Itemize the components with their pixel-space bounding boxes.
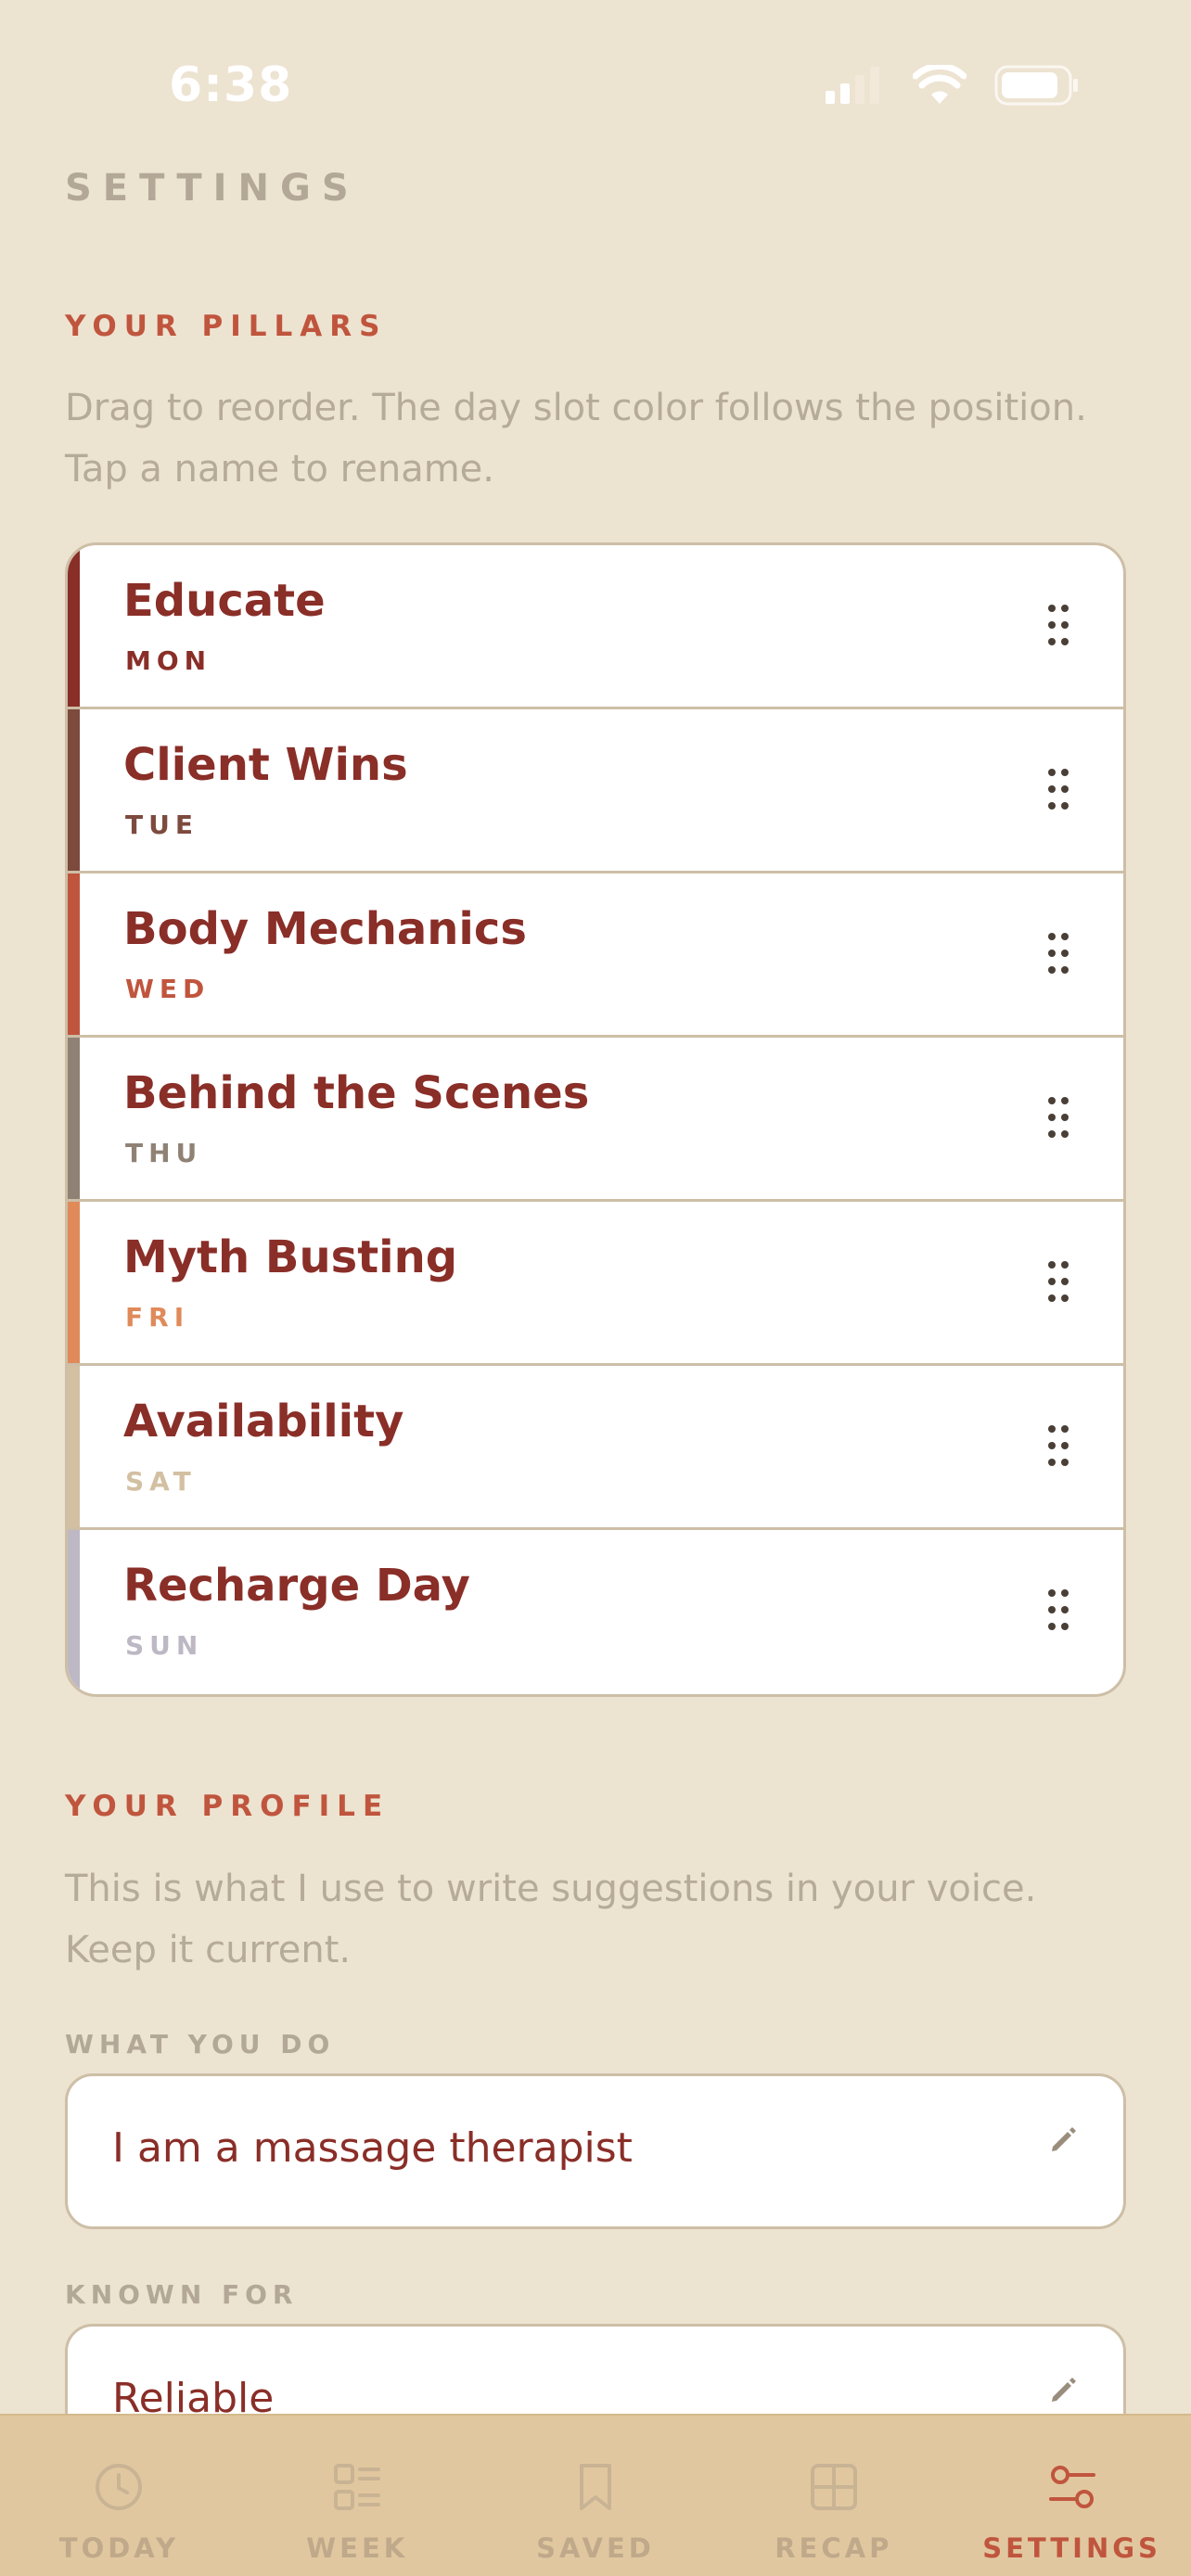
pillar-color-stripe (68, 709, 80, 871)
pillars-list: Educate MON Client Wins TUE Body Mechani… (65, 542, 1126, 1697)
pillar-name[interactable]: Behind the Scenes (123, 1067, 589, 1119)
pillar-row[interactable]: Behind the Scenes THU (68, 1038, 1123, 1202)
pillars-section-label: YOUR PILLARS (65, 310, 388, 343)
drag-handle-icon[interactable] (1047, 1259, 1069, 1304)
pillar-row[interactable]: Client Wins TUE (68, 709, 1123, 874)
tab-week[interactable]: WEEK (238, 2416, 477, 2576)
tab-saved[interactable]: SAVED (477, 2416, 715, 2576)
known-for-label: KNOWN FOR (65, 2279, 299, 2310)
signal-icon (826, 67, 879, 104)
bookmark-icon (579, 2464, 611, 2510)
drag-handle-icon[interactable] (1047, 767, 1069, 811)
what-you-do-field[interactable]: I am a massage therapist (65, 2073, 1126, 2229)
battery-icon (994, 65, 1078, 106)
drag-handle-icon[interactable] (1047, 1095, 1069, 1140)
settings-screen: 6:38 SETTINGS YOUR PILLARS Drag to reord… (0, 0, 1191, 2576)
pillar-day: WED (125, 974, 211, 1004)
profile-section-label: YOUR PROFILE (65, 1790, 391, 1823)
drag-handle-icon[interactable] (1047, 1423, 1069, 1468)
sliders-icon (1048, 2466, 1095, 2508)
tab-recap[interactable]: RECAP (714, 2416, 953, 2576)
pillar-name[interactable]: Client Wins (123, 739, 408, 791)
pillar-name[interactable]: Myth Busting (123, 1231, 457, 1283)
pillar-row[interactable]: Recharge Day SUN (68, 1530, 1123, 1694)
grid-icon (810, 2464, 857, 2510)
what-you-do-value[interactable]: I am a massage therapist (112, 2124, 633, 2172)
drag-handle-icon[interactable] (1047, 603, 1069, 647)
pillar-row[interactable]: Body Mechanics WED (68, 874, 1123, 1038)
pillar-day: THU (125, 1138, 203, 1168)
pencil-icon[interactable] (1049, 2375, 1079, 2404)
pillar-row[interactable]: Educate MON (68, 545, 1123, 709)
status-icons (824, 65, 1080, 106)
page-title: SETTINGS (65, 167, 360, 210)
wifi-icon (913, 65, 967, 104)
drag-handle-icon[interactable] (1047, 931, 1069, 976)
pillar-row[interactable]: Myth Busting FRI (68, 1202, 1123, 1366)
pillar-day: TUE (125, 810, 198, 840)
tab-label: RECAP (775, 2532, 893, 2564)
tab-label: WEEK (306, 2532, 409, 2564)
pillar-day: MON (125, 645, 212, 676)
tab-bar: TODAY WEEK SAVED RECAP SETTINGS (0, 2414, 1191, 2576)
pillar-name[interactable]: Educate (123, 575, 326, 627)
status-bar: 6:38 (0, 0, 1191, 167)
pillar-color-stripe (68, 874, 80, 1035)
tab-settings[interactable]: SETTINGS (953, 2416, 1191, 2576)
pillar-color-stripe (68, 1202, 80, 1363)
pillar-day: SAT (125, 1466, 197, 1497)
clock-icon (96, 2464, 143, 2510)
pillar-name[interactable]: Body Mechanics (123, 903, 527, 955)
tab-today[interactable]: TODAY (0, 2416, 238, 2576)
pillar-color-stripe (68, 1366, 80, 1527)
pillar-day: SUN (125, 1630, 204, 1661)
pillar-color-stripe (68, 545, 80, 707)
tab-label: SAVED (536, 2532, 655, 2564)
what-you-do-label: WHAT YOU DO (65, 2029, 336, 2060)
pillar-day: FRI (125, 1302, 190, 1333)
drag-handle-icon[interactable] (1047, 1588, 1069, 1632)
pillar-name[interactable]: Availability (123, 1396, 403, 1447)
pencil-icon[interactable] (1049, 2124, 1079, 2154)
pillar-color-stripe (68, 1038, 80, 1199)
tab-label: SETTINGS (982, 2532, 1161, 2564)
tab-label: TODAY (58, 2532, 179, 2564)
pillar-color-stripe (68, 1530, 80, 1694)
profile-description: This is what I use to write suggestions … (65, 1868, 1037, 1971)
list-grid-icon (334, 2464, 381, 2510)
pillars-description: Drag to reorder. The day slot color foll… (65, 387, 1087, 491)
pillar-row[interactable]: Availability SAT (68, 1366, 1123, 1530)
status-time: 6:38 (169, 57, 293, 113)
pillar-name[interactable]: Recharge Day (123, 1560, 470, 1612)
